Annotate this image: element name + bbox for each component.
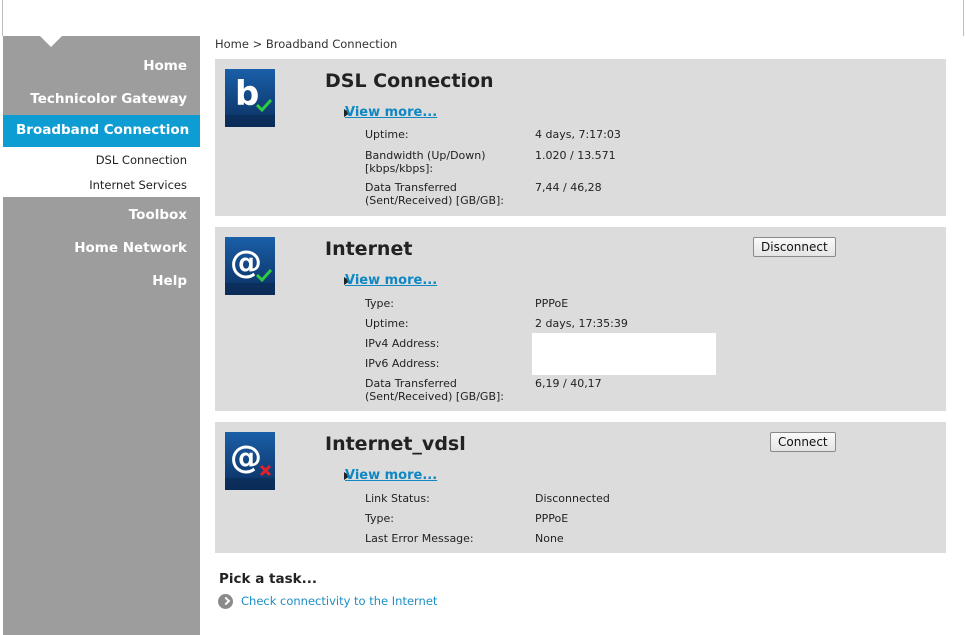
dsl-bandwidth-value: 1.020 / 13.571 xyxy=(535,149,616,162)
nav-home-network[interactable]: Home Network xyxy=(74,240,187,256)
internet-title: Internet xyxy=(325,238,413,260)
internet-uptime-label: Uptime: xyxy=(365,317,409,330)
dsl-status-icon: b xyxy=(225,69,275,127)
dsl-data-value: 7,44 / 46,28 xyxy=(535,181,602,194)
connect-button[interactable]: Connect xyxy=(770,432,836,452)
nav-technicolor-gateway[interactable]: Technicolor Gateway xyxy=(30,91,187,107)
window-frame xyxy=(2,0,964,36)
internet-card: @ Internet Disconnect View more... Type:… xyxy=(215,227,946,411)
dsl-uptime-value: 4 days, 7:17:03 xyxy=(535,128,621,141)
internet-uptime-value: 2 days, 17:35:39 xyxy=(535,317,628,330)
vdsl-status-icon: @ xyxy=(225,432,275,490)
dsl-uptime-label: Uptime: xyxy=(365,128,409,141)
nav-toolbox[interactable]: Toolbox xyxy=(129,207,187,223)
dsl-card: b DSL Connection View more... Uptime: 4 … xyxy=(215,59,946,216)
task-heading: Pick a task... xyxy=(219,571,317,587)
vdsl-link-status-label: Link Status: xyxy=(365,492,430,505)
check-connectivity-label: Check connectivity to the Internet xyxy=(241,594,438,608)
vdsl-link-status-value: Disconnected xyxy=(535,492,610,505)
dsl-bandwidth-label: Bandwidth (Up/Down) [kbps/kbps]: xyxy=(365,149,486,175)
vdsl-view-more-link[interactable]: View more... xyxy=(345,468,437,483)
dsl-data-label: Data Transferred (Sent/Received) [GB/GB]… xyxy=(365,181,505,207)
breadcrumb: Home > Broadband Connection xyxy=(215,37,398,51)
check-connectivity-link[interactable]: Check connectivity to the Internet xyxy=(218,594,437,609)
internet-view-more-link[interactable]: View more... xyxy=(345,273,437,288)
nav-pointer xyxy=(40,36,62,47)
subnav-dsl-connection[interactable]: DSL Connection xyxy=(96,153,187,167)
sidebar: Home Technicolor Gateway Broadband Conne… xyxy=(3,36,200,635)
disconnect-button[interactable]: Disconnect xyxy=(753,237,836,257)
vdsl-type-label: Type: xyxy=(365,512,394,525)
nav-broadband-connection[interactable]: Broadband Connection xyxy=(3,115,200,147)
nav-home[interactable]: Home xyxy=(143,58,187,74)
dsl-view-more-link[interactable]: View more... xyxy=(345,105,437,120)
subnav: DSL Connection Internet Services xyxy=(3,147,200,197)
svg-text:@: @ xyxy=(230,438,262,476)
vdsl-card: @ Internet_vdsl Connect View more... Lin… xyxy=(215,422,946,553)
vdsl-type-value: PPPoE xyxy=(535,512,569,525)
dsl-title: DSL Connection xyxy=(325,70,494,92)
vdsl-title: Internet_vdsl xyxy=(325,433,466,455)
redacted-address xyxy=(532,333,716,375)
subnav-internet-services[interactable]: Internet Services xyxy=(89,178,187,192)
internet-type-label: Type: xyxy=(365,297,394,310)
internet-data-label: Data Transferred (Sent/Received) [GB/GB]… xyxy=(365,377,505,403)
internet-data-value: 6,19 / 40,17 xyxy=(535,377,602,390)
chevron-right-icon xyxy=(218,594,233,609)
internet-status-icon: @ xyxy=(225,237,275,295)
internet-ipv4-label: IPv4 Address: xyxy=(365,337,440,350)
vdsl-error-value: None xyxy=(535,532,564,545)
internet-ipv6-label: IPv6 Address: xyxy=(365,357,440,370)
vdsl-error-label: Last Error Message: xyxy=(365,532,474,545)
svg-text:b: b xyxy=(235,74,259,114)
internet-type-value: PPPoE xyxy=(535,297,569,310)
nav-help[interactable]: Help xyxy=(152,273,187,289)
